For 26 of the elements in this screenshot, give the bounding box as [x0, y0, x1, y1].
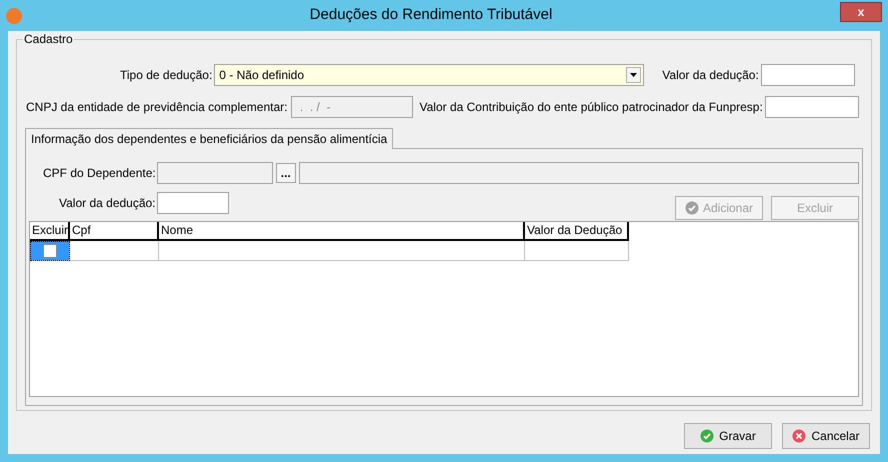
input-field[interactable]: [764, 96, 859, 118]
field-label: CNPJ da entidade de previdência complementar:: [26, 99, 288, 116]
field-label: Valor da dedução:: [59, 195, 156, 212]
input-field[interactable]: [760, 64, 855, 86]
input-field[interactable]: [156, 192, 229, 214]
dialog-button[interactable]: Cancelar: [782, 423, 870, 449]
field-label: CPF do Dependente:: [43, 165, 156, 182]
check-icon: [700, 429, 714, 443]
window-title: Deduções do Rendimento Tributável: [308, 5, 554, 26]
input-field[interactable]: [298, 162, 859, 184]
dropdown[interactable]: 0 - Não definido: [214, 64, 644, 86]
cancel-icon: [792, 429, 806, 443]
column-header: Nome: [159, 222, 525, 241]
field-label: Valor da dedução:: [662, 67, 759, 84]
field-label: Valor da Contribuição do ente público patrocinador da Funpresp:: [419, 99, 763, 116]
checkbox-cell[interactable]: [30, 241, 70, 261]
check-icon: [684, 201, 699, 215]
group-title: Cadastro: [23, 32, 74, 46]
field-label: Tipo de dedução:: [120, 67, 212, 84]
dialog-button[interactable]: Gravar: [684, 423, 772, 449]
column-header: Cpf: [70, 222, 159, 241]
tab[interactable]: Informação dos dependentes e beneficiários da pensão alimentícia: [25, 128, 394, 149]
close-button[interactable]: x: [840, 2, 882, 22]
app-logo-icon: [6, 8, 22, 24]
column-header: Valor da Dedução: [525, 222, 629, 241]
checkbox[interactable]: [42, 244, 56, 258]
